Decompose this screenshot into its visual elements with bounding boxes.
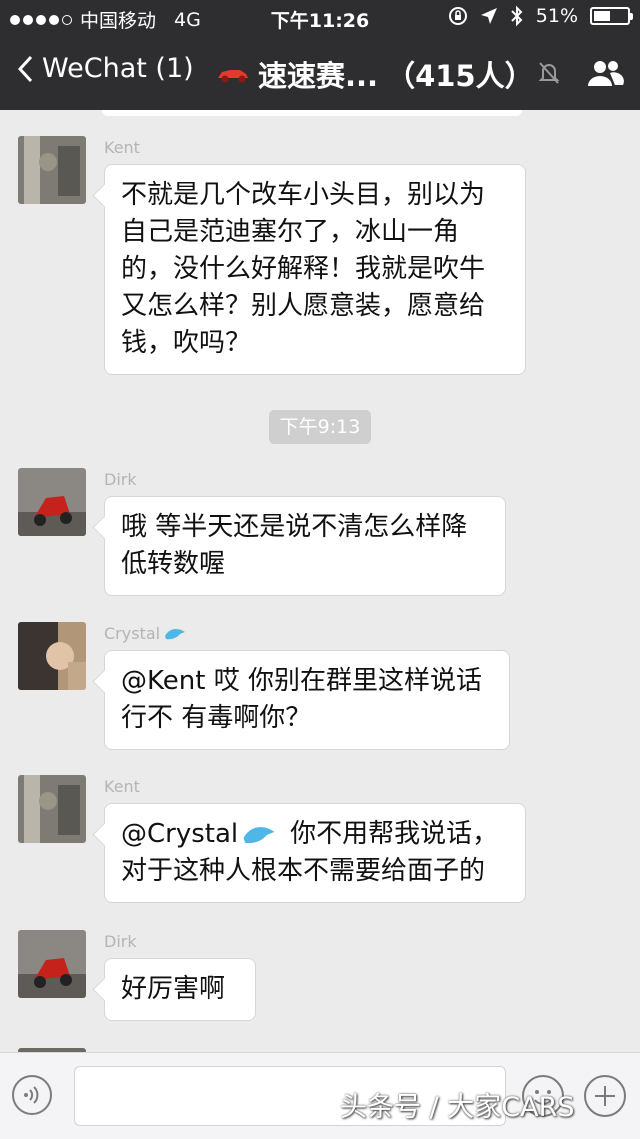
rotation-lock-icon: [448, 7, 467, 25]
chat-header: WeChat (1) 速速赛... （415人）: [0, 36, 640, 110]
message-line: @Kent 哎 你别在群里这样说话: [121, 666, 482, 696]
battery-percent: 51%: [535, 5, 578, 27]
dolphin-emoji: [243, 826, 275, 843]
group-name: 速速赛...: [258, 59, 379, 93]
message-bubble[interactable]: 哦 等半天还是说不清怎么样降 低转数喔: [104, 496, 506, 596]
sender-name-row: Crystal: [104, 624, 186, 643]
status-bar: 中国移动 4G 下午11:26 51%: [0, 0, 640, 36]
message-line: 不就是几个改车小头目，别以为: [121, 180, 486, 210]
mention: @Crystal: [121, 819, 239, 849]
message-bubble[interactable]: 好厉害啊: [104, 958, 256, 1021]
message-line: 钱，吹吗？: [121, 328, 252, 358]
sender-name: Crystal: [104, 624, 161, 643]
sender-name: Dirk: [104, 470, 137, 489]
sender-name: Dirk: [104, 932, 137, 951]
voice-button[interactable]: [12, 1075, 52, 1115]
avatar[interactable]: [18, 622, 86, 690]
message-line: 的，没什么好解释！我就是吹牛: [121, 254, 486, 284]
sender-name: Kent: [104, 777, 140, 796]
mute-bell-icon: [538, 62, 560, 84]
message-line: 自己是范迪塞尔了，冰山一角: [121, 217, 460, 247]
message-bubble[interactable]: @Kent 哎 你别在群里这样说话 行不 有毒啊你？: [104, 650, 510, 750]
plus-icon: [595, 1086, 615, 1106]
message-line: 行不 有毒啊你？: [121, 703, 312, 733]
message-line: 对于这种人根本不需要给面子的: [121, 856, 486, 886]
dolphin-emoji: [165, 628, 186, 639]
sender-name: Kent: [104, 138, 140, 157]
message-line: 好厉害啊: [121, 974, 226, 1004]
avatar[interactable]: [18, 136, 86, 204]
previous-bubble-edge: [102, 110, 522, 116]
message-text: 你不用帮我说话，: [290, 819, 499, 849]
watermark: 头条号 / 大家CARS: [340, 1092, 575, 1123]
message-bubble[interactable]: @Crystal 你不用帮我说话， 对于这种人根本不需要给面子的: [104, 803, 526, 903]
message-list[interactable]: Kent 不就是几个改车小头目，别以为 自己是范迪塞尔了，冰山一角 的，没什么好…: [0, 110, 640, 1052]
message-line-mention: @Crystal 你不用帮我说话，: [121, 816, 509, 853]
avatar[interactable]: [18, 930, 86, 998]
battery-icon: [590, 7, 633, 25]
avatar[interactable]: [18, 775, 86, 843]
timestamp-divider: 下午9:13: [269, 410, 371, 444]
avatar[interactable]: [18, 468, 86, 536]
plus-button[interactable]: [584, 1075, 626, 1117]
back-label: WeChat (1): [42, 53, 194, 84]
message-bubble[interactable]: 不就是几个改车小头目，别以为 自己是范迪塞尔了，冰山一角 的，没什么好解释！我就…: [104, 164, 526, 375]
chat-title[interactable]: 速速赛... （415人）: [216, 53, 534, 95]
red-car-icon: [218, 70, 248, 83]
message-line: 又怎么样？别人愿意装，愿意给: [121, 291, 486, 321]
voice-icon: [24, 1086, 39, 1104]
location-arrow-icon: [480, 8, 497, 24]
group-members-icon[interactable]: [586, 58, 624, 88]
message-line: 哦 等半天还是说不清怎么样降: [121, 512, 468, 542]
back-button[interactable]: WeChat (1): [16, 53, 194, 84]
message-line: 低转数喔: [121, 549, 226, 579]
chevron-left-icon: [17, 55, 33, 82]
bluetooth-icon: [511, 5, 523, 27]
member-count: （415人）: [386, 59, 534, 93]
